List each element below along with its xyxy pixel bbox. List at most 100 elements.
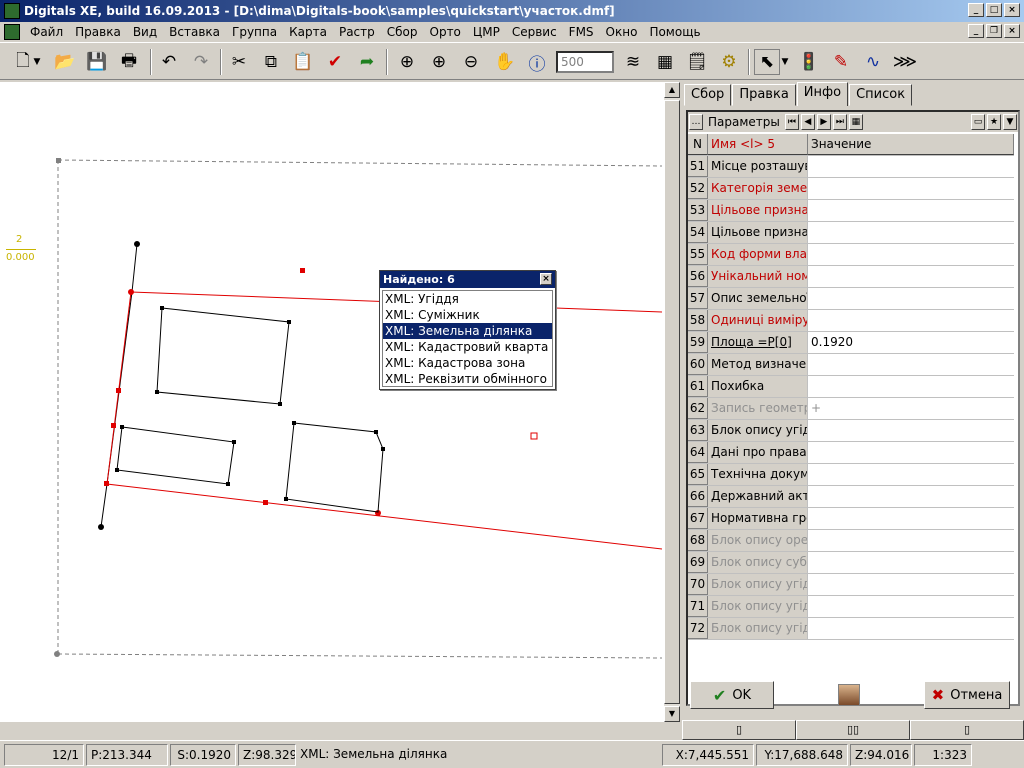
maximize-button[interactable]: □: [986, 3, 1002, 17]
zoom-in-icon[interactable]: ⊕: [426, 49, 452, 75]
row-value[interactable]: [808, 486, 1014, 507]
scroll-thumb[interactable]: [664, 100, 680, 704]
row-value[interactable]: [808, 442, 1014, 463]
close-button[interactable]: ×: [1004, 3, 1020, 17]
grid-row[interactable]: 66 Державний акт: [688, 486, 1014, 508]
header-name[interactable]: Имя <l> 5: [708, 134, 808, 155]
menu-window[interactable]: Окно: [600, 25, 644, 39]
map-canvas[interactable]: 2 0.000: [0, 82, 664, 722]
new-dropdown-icon[interactable]: ▼: [30, 49, 44, 75]
grid-row[interactable]: 61 Похибка: [688, 376, 1014, 398]
menu-collect[interactable]: Сбор: [381, 25, 424, 39]
row-value[interactable]: [808, 376, 1014, 397]
layers-icon[interactable]: ≋: [620, 49, 646, 75]
row-value[interactable]: [808, 596, 1014, 617]
menu-file[interactable]: Файл: [24, 25, 69, 39]
prev-record-icon[interactable]: ◀: [800, 114, 815, 130]
select-cursor-icon[interactable]: ⬉: [754, 49, 780, 75]
menu-service[interactable]: Сервис: [506, 25, 563, 39]
copy-icon[interactable]: ⧉: [258, 49, 284, 75]
row-value[interactable]: [808, 222, 1014, 243]
eye-icon[interactable]: [838, 684, 860, 706]
star-icon[interactable]: ★: [987, 114, 1001, 130]
grid-row[interactable]: 69Блок опису суборенди: [688, 552, 1014, 574]
grid-view-icon[interactable]: ▦: [848, 114, 863, 130]
row-value[interactable]: [808, 310, 1014, 331]
doc-restore-button[interactable]: ❐: [986, 24, 1002, 38]
row-value[interactable]: [808, 288, 1014, 309]
header-value[interactable]: Значение: [808, 134, 1014, 155]
settings-gear-icon[interactable]: ⚙: [716, 49, 742, 75]
zoom-out-icon[interactable]: ⊖: [458, 49, 484, 75]
grid-row[interactable]: 62 Запись геометрії +: [688, 398, 1014, 420]
pan-hand-icon[interactable]: ✋: [492, 49, 518, 75]
popup-list-item[interactable]: XML: Кадастровий кварта: [383, 339, 552, 355]
document-icon[interactable]: [4, 24, 20, 40]
grid-row[interactable]: 52Категорія земель: [688, 178, 1014, 200]
menu-view[interactable]: Вид: [127, 25, 163, 39]
menu-fms[interactable]: FMS: [563, 25, 600, 39]
save-icon[interactable]: 💾: [84, 49, 110, 75]
cancel-button[interactable]: ✖ Отмена: [924, 681, 1010, 709]
grid-row[interactable]: 64 Дані про права: [688, 442, 1014, 464]
paste-icon[interactable]: 📋: [290, 49, 316, 75]
menu-map[interactable]: Карта: [283, 25, 333, 39]
row-value[interactable]: [808, 574, 1014, 595]
grid-row[interactable]: 65Технічна документація: [688, 464, 1014, 486]
grid-row[interactable]: 51Місце розташування: [688, 156, 1014, 178]
popup-list-item[interactable]: XML: Угіддя: [383, 291, 552, 307]
grid-row[interactable]: 60Метод визначення: [688, 354, 1014, 376]
scroll-down-icon[interactable]: ▼: [664, 706, 680, 722]
menu-edit[interactable]: Правка: [69, 25, 127, 39]
grid-row[interactable]: 72 Блок опису угідь: [688, 618, 1014, 640]
select-dropdown-icon[interactable]: ▼: [778, 49, 792, 75]
grid-row[interactable]: 71 Блок опису угідь: [688, 596, 1014, 618]
app-icon[interactable]: [4, 3, 20, 19]
traffic-light-icon[interactable]: 🚦: [796, 49, 822, 75]
tab-info[interactable]: Инфо: [796, 82, 849, 106]
minimize-button[interactable]: _: [968, 3, 984, 17]
tab-collect[interactable]: Сбор: [684, 84, 732, 106]
grid-row[interactable]: 70 Блок опису угідь: [688, 574, 1014, 596]
menu-insert[interactable]: Вставка: [163, 25, 226, 39]
row-value[interactable]: [808, 266, 1014, 287]
grid-row[interactable]: 59 Площа =P[0] 0.1920: [688, 332, 1014, 354]
header-n[interactable]: N: [688, 134, 708, 155]
check-icon[interactable]: ✔: [322, 49, 348, 75]
forward-arrow-icon[interactable]: ➦: [354, 49, 380, 75]
dropdown-icon[interactable]: ▼: [1003, 114, 1017, 130]
row-value[interactable]: [808, 200, 1014, 221]
menu-group[interactable]: Группа: [226, 25, 283, 39]
grid-row[interactable]: 63 Блок опису угідь: [688, 420, 1014, 442]
grid-row[interactable]: 58 Одиниці виміру: [688, 310, 1014, 332]
popup-close-icon[interactable]: ×: [540, 273, 552, 285]
layout-left-icon[interactable]: ▯: [682, 720, 796, 740]
popup-list-item-selected[interactable]: XML: Земельна ділянка: [383, 323, 552, 339]
open-folder-icon[interactable]: 📂: [52, 49, 78, 75]
table-icon[interactable]: ▦: [652, 49, 678, 75]
doc-close-button[interactable]: ×: [1004, 24, 1020, 38]
menu-raster[interactable]: Растр: [333, 25, 381, 39]
last-record-icon[interactable]: ⏭: [832, 114, 847, 130]
layout-center-icon[interactable]: ▯▯: [796, 720, 910, 740]
popup-list-item[interactable]: XML: Кадастрова зона: [383, 355, 552, 371]
popup-list-item[interactable]: XML: Суміжник: [383, 307, 552, 323]
row-value[interactable]: [808, 530, 1014, 551]
row-value[interactable]: [808, 178, 1014, 199]
menu-dem[interactable]: ЦМР: [467, 25, 506, 39]
grid-row[interactable]: 54Цільове призначення: [688, 222, 1014, 244]
hatch-icon[interactable]: ⋙: [892, 49, 918, 75]
curve-icon[interactable]: ∿: [860, 49, 886, 75]
zoom-region-icon[interactable]: ⊕: [394, 49, 420, 75]
zoom-value-input[interactable]: [556, 51, 614, 73]
row-value[interactable]: +: [808, 398, 1014, 419]
grid-row[interactable]: 67Нормативна грошова: [688, 508, 1014, 530]
row-value[interactable]: [808, 156, 1014, 177]
doc-minimize-button[interactable]: _: [968, 24, 984, 38]
first-record-icon[interactable]: ⏮: [784, 114, 799, 130]
grid-row[interactable]: 57 Опис земельної: [688, 288, 1014, 310]
print-icon[interactable]: 🖶: [116, 49, 142, 75]
grid-row[interactable]: 68Блок опису оренди: [688, 530, 1014, 552]
next-record-icon[interactable]: ▶: [816, 114, 831, 130]
undo-icon[interactable]: ↶: [156, 49, 182, 75]
